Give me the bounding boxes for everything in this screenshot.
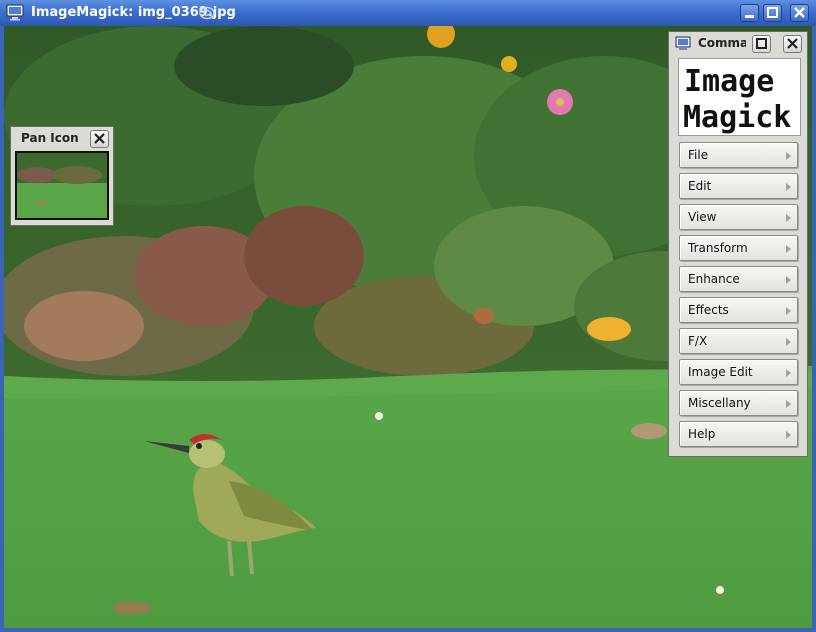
menu-image-edit-button[interactable]: Image Edit <box>679 359 798 385</box>
menu-label: File <box>688 148 709 162</box>
submenu-arrow-icon <box>786 245 791 253</box>
minimize-icon <box>745 15 754 18</box>
pan-icon-title: Pan Icon <box>21 131 79 145</box>
menu-edit-button[interactable]: Edit <box>679 173 798 199</box>
menu-view-button[interactable]: View <box>679 204 798 230</box>
submenu-arrow-icon <box>786 400 791 408</box>
pan-thumbnail[interactable] <box>15 151 109 220</box>
maximize-icon <box>756 38 767 49</box>
pan-close-button[interactable] <box>90 130 109 148</box>
menu-effects-button[interactable]: Effects <box>679 297 798 323</box>
submenu-arrow-icon <box>786 338 791 346</box>
svg-text:Image: Image <box>684 64 774 99</box>
menu-enhance-button[interactable]: Enhance <box>679 266 798 292</box>
submenu-arrow-icon <box>786 369 791 377</box>
window-titlebar[interactable]: ImageMagick: img_0369.jpg <box>0 0 816 26</box>
menu-help-button[interactable]: Help <box>679 421 798 447</box>
commands-title: Commands <box>698 36 746 50</box>
submenu-arrow-icon <box>786 183 791 191</box>
close-icon <box>94 133 105 144</box>
menu-label: Edit <box>688 179 712 193</box>
menu-transform-button[interactable]: Transform <box>679 235 798 261</box>
menu-miscellany-button[interactable]: Miscellany <box>679 390 798 416</box>
submenu-arrow-icon <box>786 307 791 315</box>
swirl-icon <box>199 6 215 20</box>
submenu-arrow-icon <box>786 214 791 222</box>
thumbnail-image <box>17 153 107 218</box>
menu-label: F/X <box>688 334 708 348</box>
command-menu: File Edit View Transform Enhance Effects… <box>679 142 798 452</box>
menu-label: Miscellany <box>688 396 751 410</box>
menu-file-button[interactable]: File <box>679 142 798 168</box>
menu-fx-button[interactable]: F/X <box>679 328 798 354</box>
commands-maximize-button[interactable] <box>752 35 771 53</box>
menu-label: Effects <box>688 303 729 317</box>
pan-icon-window: Pan Icon <box>10 126 114 226</box>
commands-titlebar[interactable]: Commands <box>669 32 807 56</box>
imagemagick-logo: Image Magick <box>678 58 801 136</box>
minimize-button[interactable] <box>740 4 759 22</box>
submenu-arrow-icon <box>786 431 791 439</box>
close-button[interactable] <box>790 4 809 22</box>
menu-label: Enhance <box>688 272 740 286</box>
menu-label: View <box>688 210 717 224</box>
maximize-button[interactable] <box>763 4 782 22</box>
monitor-icon[interactable] <box>6 4 24 21</box>
submenu-arrow-icon <box>786 152 791 160</box>
monitor-icon <box>675 36 691 50</box>
svg-text:Magick: Magick <box>683 100 791 135</box>
maximize-icon <box>767 7 778 18</box>
commands-close-button[interactable] <box>783 35 802 53</box>
close-icon <box>787 38 798 49</box>
submenu-arrow-icon <box>786 276 791 284</box>
commands-window: Commands Image Magick File Edit View Tra… <box>668 31 808 457</box>
menu-label: Image Edit <box>688 365 753 379</box>
logo-art: Image Magick <box>683 64 791 135</box>
menu-label: Help <box>688 427 716 441</box>
close-icon <box>794 7 805 18</box>
menu-label: Transform <box>688 241 748 255</box>
